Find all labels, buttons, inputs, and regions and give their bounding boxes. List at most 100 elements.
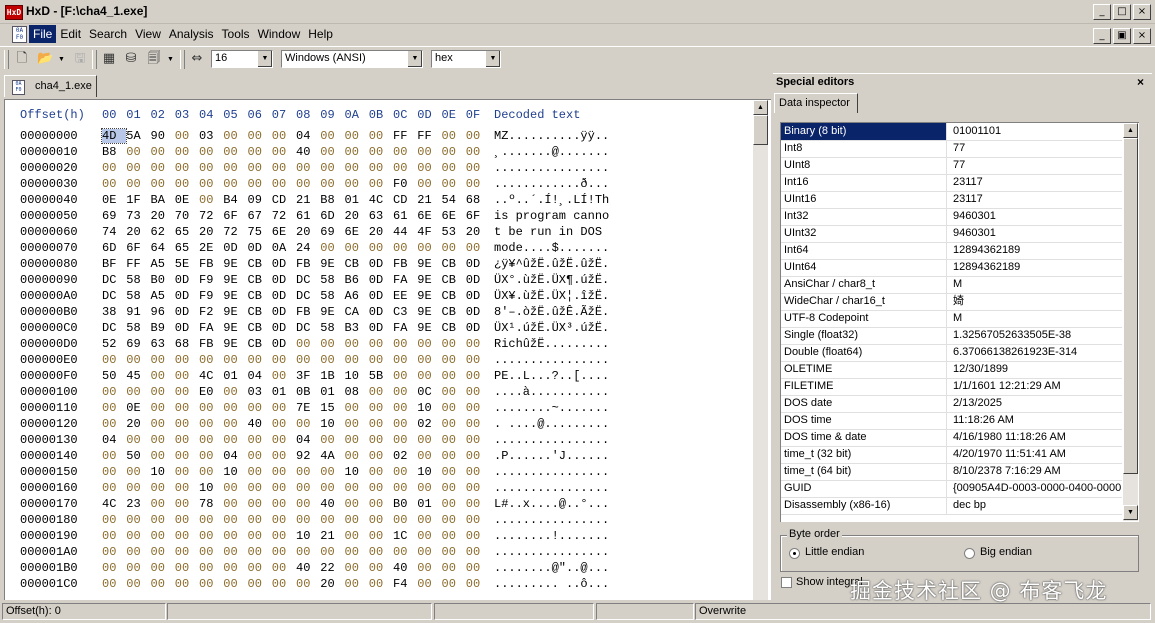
hex-byte[interactable]: 00 (248, 353, 272, 367)
hex-bytes-row[interactable]: 74 20 62 65 20 72 75 6E 20 69 6E 20 44 4F 53 20 (102, 225, 490, 239)
hex-byte[interactable]: FF (393, 129, 417, 143)
hex-byte[interactable]: 00 (175, 561, 199, 575)
hex-byte[interactable]: 00 (102, 529, 126, 543)
decoded-text-row[interactable]: ................ (494, 433, 609, 447)
hex-byte[interactable]: 00 (102, 385, 126, 399)
hex-byte[interactable]: B8 (320, 193, 344, 207)
hex-byte[interactable]: 00 (369, 401, 393, 415)
hex-byte[interactable]: 00 (296, 545, 320, 559)
hex-byte[interactable]: 54 (442, 193, 466, 207)
decoded-text-row[interactable]: .P......'J...... (494, 449, 609, 463)
hex-byte[interactable]: 00 (223, 513, 247, 527)
hex-byte[interactable]: 00 (296, 161, 320, 175)
hex-byte[interactable]: 0D (369, 289, 393, 303)
hex-bytes-row[interactable]: 38 91 96 0D F2 9E CB 0D FB 9E CA 0D C3 9E CB 0D (102, 305, 490, 319)
hex-byte[interactable]: 00 (175, 465, 199, 479)
hex-byte[interactable]: 0D (369, 321, 393, 335)
inspector-row[interactable]: time_t (64 bit) 8/10/2378 7:16:29 AM (781, 463, 1122, 481)
hex-byte[interactable]: 00 (345, 129, 369, 143)
ram-editor-icon[interactable]: ▦ (101, 51, 117, 67)
data-inspector-grid[interactable]: Binary (8 bit) 01001101 Int8 77 UInt8 77 Int16… (780, 122, 1139, 522)
little-endian-radio[interactable] (789, 548, 800, 559)
hex-byte[interactable]: 00 (442, 449, 466, 463)
inspector-field-value[interactable]: M (953, 310, 1121, 327)
hex-byte[interactable]: 00 (102, 561, 126, 575)
inspector-row[interactable]: UTF-8 Codepoint M (781, 310, 1122, 328)
hex-byte[interactable]: 00 (345, 145, 369, 159)
inspector-row[interactable]: UInt16 23117 (781, 191, 1122, 209)
decoded-text-row[interactable]: ..º..´.Í!¸.LÍ!Th (494, 193, 609, 207)
hex-byte[interactable]: 00 (345, 449, 369, 463)
hex-byte[interactable]: 00 (248, 129, 272, 143)
hex-byte[interactable]: 6E (442, 209, 466, 223)
hex-byte[interactable]: 9E (223, 305, 247, 319)
inspector-field-value[interactable]: 1/1/1601 12:21:29 AM (953, 378, 1121, 395)
hex-byte[interactable]: 01 (223, 369, 247, 383)
hex-byte[interactable]: 6F (466, 209, 490, 223)
hex-byte[interactable]: 00 (199, 465, 223, 479)
hex-byte[interactable]: 10 (199, 481, 223, 495)
hex-byte[interactable]: 00 (199, 577, 223, 591)
inspector-field-value[interactable]: 8/10/2378 7:16:29 AM (953, 463, 1121, 480)
hex-byte[interactable]: 0D (466, 305, 490, 319)
hex-byte[interactable]: 00 (272, 561, 296, 575)
decoded-text-row[interactable]: PE..L...?..[.... (494, 369, 609, 383)
hex-byte[interactable]: 6D (102, 241, 126, 255)
hex-byte[interactable]: 00 (151, 561, 175, 575)
hex-byte[interactable]: 00 (369, 337, 393, 351)
hex-byte[interactable]: 00 (126, 529, 150, 543)
hex-byte[interactable]: FB (199, 257, 223, 271)
hex-byte[interactable]: 90 (151, 129, 175, 143)
hex-byte[interactable]: B9 (151, 321, 175, 335)
hex-byte[interactable]: DC (102, 289, 126, 303)
inspector-row[interactable]: Int8 77 (781, 140, 1122, 158)
mdi-close-button[interactable]: × (1133, 28, 1151, 44)
hex-byte[interactable]: 00 (466, 241, 490, 255)
hex-byte[interactable]: 00 (442, 529, 466, 543)
hex-byte[interactable]: 00 (296, 481, 320, 495)
hex-byte[interactable]: 00 (466, 353, 490, 367)
hex-byte[interactable]: 0C (417, 385, 441, 399)
decoded-text-row[interactable]: ................ (494, 481, 609, 495)
hex-byte[interactable]: 00 (223, 417, 247, 431)
open-file-icon[interactable]: 📂 (37, 51, 53, 67)
hex-byte[interactable]: 00 (199, 545, 223, 559)
hex-byte[interactable]: 00 (345, 417, 369, 431)
hex-byte[interactable]: 09 (248, 193, 272, 207)
chevron-down-icon[interactable]: ▼ (257, 51, 272, 67)
hex-byte[interactable]: 9E (223, 257, 247, 271)
inspector-row[interactable]: DOS date 2/13/2025 (781, 395, 1122, 413)
hex-byte[interactable]: 65 (175, 225, 199, 239)
tab-data-inspector[interactable]: Data inspector (774, 93, 858, 113)
hex-byte[interactable]: 00 (442, 353, 466, 367)
hex-byte[interactable]: 74 (102, 225, 126, 239)
hex-byte[interactable]: 00 (151, 545, 175, 559)
hex-byte[interactable]: 00 (345, 545, 369, 559)
hex-byte[interactable]: 00 (466, 369, 490, 383)
hex-byte[interactable]: 00 (175, 161, 199, 175)
hex-byte[interactable]: 00 (248, 401, 272, 415)
hex-byte[interactable]: 00 (369, 385, 393, 399)
decoded-text-row[interactable]: ................ (494, 513, 609, 527)
decoded-text-row[interactable]: ............ð... (494, 177, 609, 191)
hex-byte[interactable]: 72 (199, 209, 223, 223)
hex-byte[interactable]: 00 (417, 145, 441, 159)
hex-byte[interactable]: 78 (199, 497, 223, 511)
hex-byte[interactable]: 1B (320, 369, 344, 383)
hex-byte[interactable]: CB (248, 305, 272, 319)
hex-byte[interactable]: 62 (151, 225, 175, 239)
hex-byte[interactable]: 00 (199, 529, 223, 543)
hex-byte[interactable]: 53 (442, 225, 466, 239)
hex-bytes-row[interactable]: 00 00 00 00 00 00 00 00 40 22 00 00 40 00 00 00 (102, 561, 490, 575)
hex-byte[interactable]: 00 (466, 385, 490, 399)
hex-byte[interactable]: 5E (175, 257, 199, 271)
hex-byte[interactable]: 00 (296, 337, 320, 351)
hex-bytes-row[interactable]: 00 00 00 00 10 00 00 00 00 00 00 00 00 00 00 00 (102, 481, 490, 495)
hex-byte[interactable]: 00 (175, 401, 199, 415)
hex-byte[interactable]: 00 (466, 577, 490, 591)
hex-byte[interactable]: 00 (272, 529, 296, 543)
hex-byte[interactable]: 52 (102, 337, 126, 351)
hex-editor-panel[interactable]: Offset(h) 00 01 02 03 04 05 06 07 08 09 0A 0B 0C 0D 0E… (4, 99, 771, 600)
hex-byte[interactable]: 00 (393, 161, 417, 175)
hex-byte[interactable]: 2E (199, 241, 223, 255)
